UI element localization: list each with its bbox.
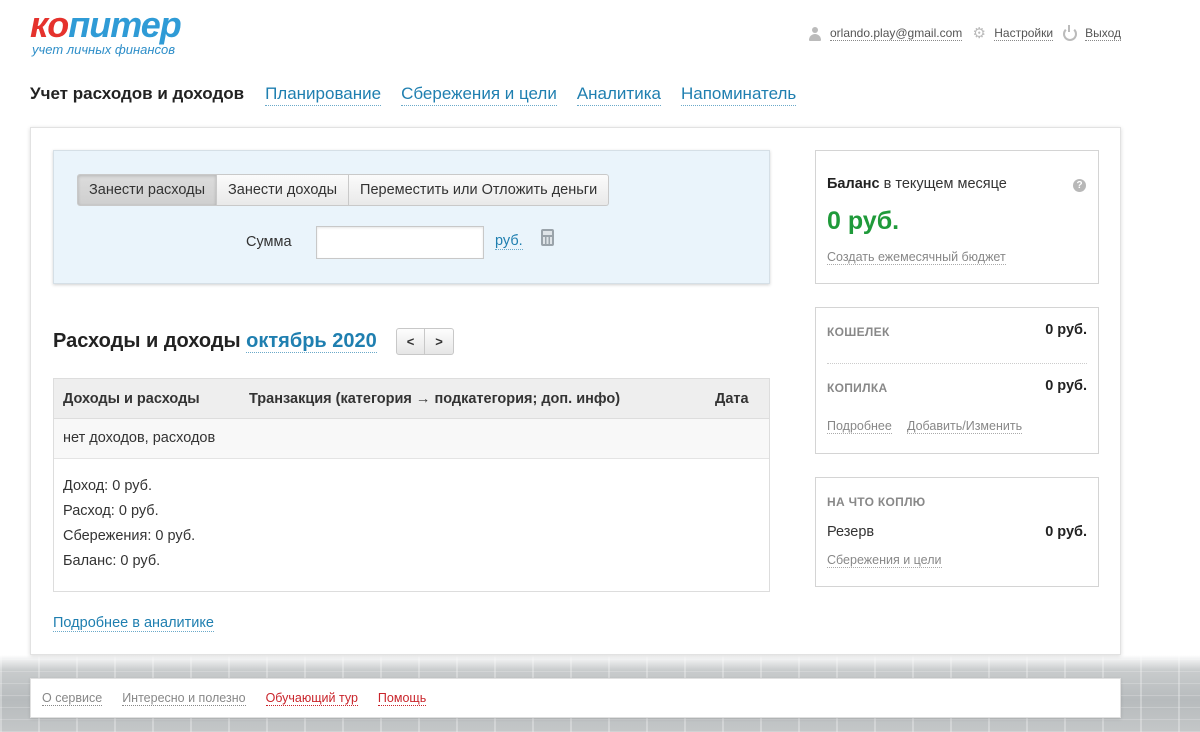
logo-tagline: учет личных финансов <box>32 42 176 57</box>
calculator-icon[interactable] <box>541 229 554 246</box>
table-totals: Доход: 0 руб. Расход: 0 руб. Сбережения:… <box>54 459 769 578</box>
help-icon[interactable]: ? <box>1073 179 1086 192</box>
tab-move-money[interactable]: Переместить или Отложить деньги <box>349 174 610 206</box>
balance-box: Баланс в текущем месяце ? 0 руб. Создать… <box>815 150 1099 284</box>
footer-help-link[interactable]: Помощь <box>377 691 427 706</box>
create-budget-link[interactable]: Создать ежемесячный бюджет <box>827 250 1006 265</box>
power-icon <box>1063 24 1078 41</box>
balance-title: Баланс в текущем месяце <box>827 176 1007 192</box>
user-bar: orlando.play@gmail.com ⚙ Настройки Выход <box>798 24 1121 42</box>
section-title-text: Расходы и доходы <box>53 330 241 352</box>
goals-box: НА ЧТО КОПЛЮ Резерв 0 руб. Сбережения и … <box>815 477 1099 587</box>
table-empty-row: нет доходов, расходов <box>54 419 769 459</box>
goal-value: 0 руб. <box>1045 524 1087 540</box>
currency-link[interactable]: руб. <box>495 233 523 250</box>
balance-amount: 0 руб. <box>827 207 900 235</box>
main-nav: Учет расходов и доходов Планирование Сбе… <box>30 84 816 106</box>
accounts-edit-link[interactable]: Добавить/Изменить <box>907 419 1023 434</box>
savings-goals-link[interactable]: Сбережения и цели <box>827 553 942 568</box>
prev-month-button[interactable]: < <box>396 328 425 355</box>
table-header: Доходы и расходы Транзакция (категория →… <box>54 379 769 419</box>
user-icon <box>808 26 822 41</box>
main-card: Занести расходы Занести доходы Перемести… <box>30 127 1121 655</box>
transactions-table: Доходы и расходы Транзакция (категория →… <box>53 378 770 592</box>
footer-about-link[interactable]: О сервисе <box>42 691 103 706</box>
nav-item-savings[interactable]: Сбережения и цели <box>401 84 557 106</box>
nav-item-reminder[interactable]: Напоминатель <box>680 84 797 106</box>
gear-icon: ⚙ <box>972 24 986 42</box>
total-expense: Расход: 0 руб. <box>63 503 159 519</box>
footer-tour-link[interactable]: Обучающий тур <box>265 691 358 706</box>
section-title: Расходы и доходы октябрь 2020 <box>53 330 377 353</box>
piggy-value: 0 руб. <box>1045 378 1087 394</box>
logout-link[interactable]: Выход <box>1085 26 1121 41</box>
entry-tabs: Занести расходы Занести доходы Перемести… <box>77 174 610 206</box>
nav-item-transactions: Учет расходов и доходов <box>30 84 245 103</box>
column-header-type: Доходы и расходы <box>63 391 200 407</box>
footer-interesting-link[interactable]: Интересно и полезно <box>122 691 246 706</box>
tab-add-income[interactable]: Занести доходы <box>217 174 350 206</box>
month-pager: < > <box>396 328 454 355</box>
sum-input[interactable] <box>316 226 484 259</box>
accounts-box: КОШЕЛЕК 0 руб. КОПИЛКА 0 руб. Подробнее … <box>815 307 1099 454</box>
wallet-value: 0 руб. <box>1045 322 1087 338</box>
settings-link[interactable]: Настройки <box>994 26 1054 41</box>
logo-part-red: ко <box>30 4 69 45</box>
sum-label: Сумма <box>246 234 292 250</box>
nav-item-analytics[interactable]: Аналитика <box>576 84 661 106</box>
total-income: Доход: 0 руб. <box>63 478 152 494</box>
next-month-button[interactable]: > <box>425 328 454 355</box>
nav-item-planning[interactable]: Планирование <box>265 84 382 106</box>
analytics-details-link[interactable]: Подробнее в аналитике <box>53 615 214 632</box>
divider <box>827 363 1087 364</box>
total-savings: Сбережения: 0 руб. <box>63 528 196 544</box>
tab-add-expense[interactable]: Занести расходы <box>77 174 218 206</box>
footer: О сервисе Интересно и полезно Обучающий … <box>30 678 1121 718</box>
wallet-label: КОШЕЛЕК <box>827 325 890 339</box>
piggy-label: КОПИЛКА <box>827 381 888 395</box>
column-header-transaction: Транзакция (категория → подкатегория; до… <box>249 391 621 407</box>
user-email-link[interactable]: orlando.play@gmail.com <box>830 26 963 41</box>
logo[interactable]: копитер учет личных финансов <box>30 4 182 58</box>
month-selector[interactable]: октябрь 2020 <box>246 330 377 353</box>
column-header-date: Дата <box>715 391 749 407</box>
logo-part-blue: питер <box>68 4 182 45</box>
goals-label: НА ЧТО КОПЛЮ <box>827 495 926 509</box>
goal-name: Резерв <box>827 524 875 540</box>
accounts-details-link[interactable]: Подробнее <box>827 419 892 434</box>
total-balance: Баланс: 0 руб. <box>63 553 161 569</box>
entry-panel: Занести расходы Занести доходы Перемести… <box>53 150 770 284</box>
